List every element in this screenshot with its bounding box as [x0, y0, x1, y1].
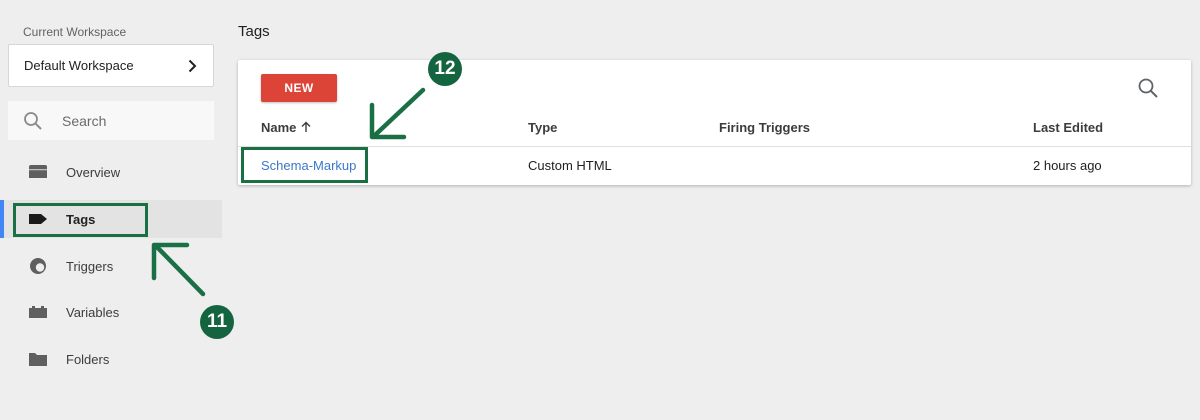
folder-icon: [29, 353, 47, 366]
sidebar-item-label: Folders: [66, 352, 110, 367]
sidebar-item-triggers[interactable]: Triggers: [0, 247, 222, 285]
folder-tab-icon: [29, 165, 47, 178]
sidebar-item-tags[interactable]: Tags: [0, 200, 222, 238]
column-header-type[interactable]: Type: [528, 120, 557, 135]
tag-name-link[interactable]: Schema-Markup: [261, 158, 356, 173]
sidebar-item-folders[interactable]: Folders: [0, 340, 222, 378]
page-title: Tags: [238, 23, 270, 40]
tags-table-card: NEW Name Type Firing Triggers Last Edite…: [238, 60, 1191, 185]
variables-icon: [29, 306, 47, 318]
search-icon: [24, 111, 42, 130]
active-indicator: [0, 200, 4, 238]
sidebar-item-label: Triggers: [66, 259, 114, 274]
sidebar-item-label: Variables: [66, 305, 120, 320]
sidebar-item-label: Overview: [66, 165, 121, 180]
search-label: Search: [62, 112, 107, 129]
annotation-badge-12: 12: [428, 52, 462, 86]
tag-icon: [29, 214, 47, 224]
workspace-name: Default Workspace: [24, 58, 134, 73]
column-header-label: Name: [261, 120, 297, 135]
sidebar-item-variables[interactable]: Variables: [0, 293, 222, 331]
new-tag-button[interactable]: NEW: [261, 74, 337, 102]
sidebar-item-overview[interactable]: Overview: [0, 153, 222, 191]
table-row[interactable]: Schema-Markup Custom HTML 2 hours ago: [238, 147, 1191, 185]
tag-last-edited: 2 hours ago: [1033, 158, 1102, 173]
column-header-firing-triggers[interactable]: Firing Triggers: [719, 120, 810, 135]
chevron-right-icon: [188, 59, 197, 72]
trigger-icon: [30, 258, 46, 274]
sort-ascending-icon: [301, 121, 311, 132]
tag-type: Custom HTML: [528, 158, 612, 173]
table-search-button[interactable]: [1137, 77, 1159, 99]
sidebar-search[interactable]: Search: [8, 101, 214, 140]
search-icon: [1138, 78, 1158, 98]
column-header-last-edited[interactable]: Last Edited: [1033, 120, 1103, 135]
sidebar-item-label: Tags: [66, 212, 96, 227]
column-header-name[interactable]: Name: [261, 120, 312, 135]
workspace-selector[interactable]: Default Workspace: [8, 44, 214, 87]
workspace-caption: Current Workspace: [23, 25, 127, 39]
annotation-badge-11: 11: [200, 305, 234, 339]
